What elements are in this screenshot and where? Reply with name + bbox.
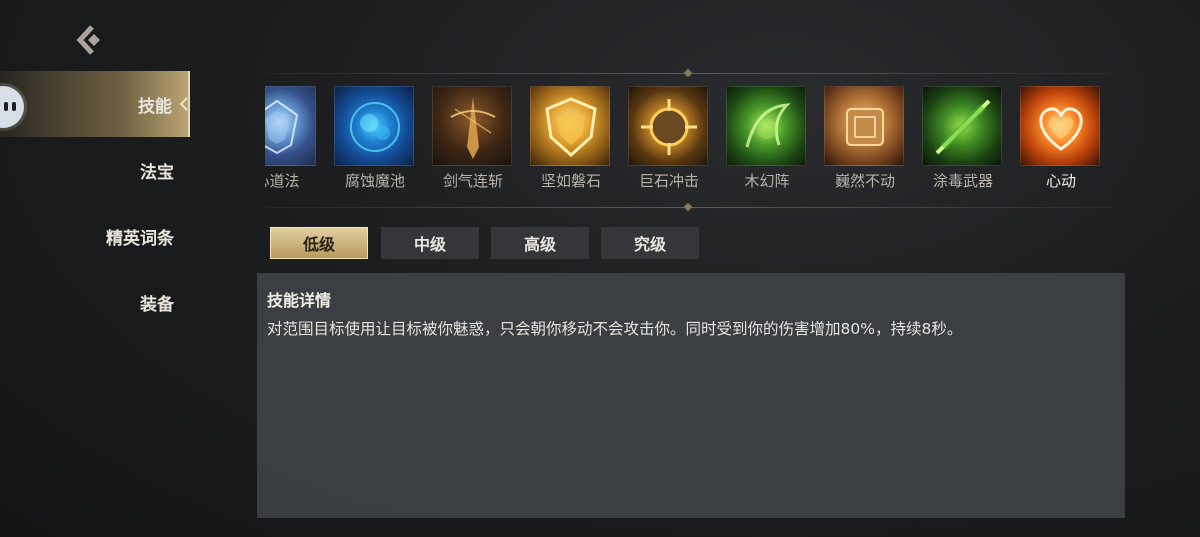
tab-label: 高级 — [523, 235, 556, 254]
blue-corrosion-pool-icon — [334, 86, 414, 166]
green-wood-array-icon — [726, 86, 806, 166]
skill-screen: 技能 法宝 精英词条 装备 心道法 — [0, 0, 1200, 537]
skill-item-selected[interactable]: 心动 — [1019, 84, 1103, 194]
tab-label: 低级 — [302, 235, 335, 254]
skill-name: 木幻阵 — [744, 172, 790, 190]
sidebar-item-label: 法宝 — [140, 162, 174, 183]
tab-label: 中级 — [413, 235, 446, 254]
skill-name: 巍然不动 — [834, 172, 895, 190]
sidebar-item-label: 精英词条 — [106, 228, 174, 249]
skill-detail-description: 对范围目标使用让目标被你魅惑，只会朝你移动不会攻击你。同时受到你的伤害增加80%… — [267, 320, 963, 338]
skill-name: 剑气连斩 — [442, 172, 503, 190]
skill-item[interactable]: 腐蚀魔池 — [333, 84, 417, 194]
skill-item[interactable]: 坚如磐石 — [529, 84, 613, 194]
boulder-impact-icon — [628, 86, 708, 166]
golden-shield-icon — [530, 86, 610, 166]
sidebar-item-skills[interactable]: 技能 — [0, 71, 190, 137]
skill-name: 巨石冲击 — [638, 172, 699, 190]
sidebar-item-label: 技能 — [138, 96, 172, 117]
skill-item[interactable]: 巨石冲击 — [627, 84, 711, 194]
skill-name: 心道法 — [265, 172, 300, 190]
skill-item[interactable]: 涂毒武器 — [921, 84, 1005, 194]
tab-level-ultimate[interactable]: 究级 — [601, 227, 699, 259]
skill-item[interactable]: 心道法 — [265, 84, 319, 194]
sidebar: 技能 法宝 精英词条 装备 — [0, 0, 190, 537]
stone-fortress-icon — [824, 86, 904, 166]
divider-bottom — [265, 202, 1115, 212]
tab-label: 究级 — [633, 235, 666, 254]
golden-sword-slash-icon — [432, 86, 512, 166]
skill-item[interactable]: 剑气连斩 — [431, 84, 515, 194]
chevron-left-icon — [179, 97, 188, 111]
skill-name: 腐蚀魔池 — [344, 172, 405, 190]
sidebar-item-elite-affixes[interactable]: 精英词条 — [0, 203, 190, 269]
sidebar-item-equipment[interactable]: 装备 — [0, 269, 190, 335]
skill-item[interactable]: 木幻阵 — [725, 84, 809, 194]
divider-top — [265, 68, 1115, 78]
tab-level-mid[interactable]: 中级 — [381, 227, 479, 259]
tab-level-high[interactable]: 高级 — [491, 227, 589, 259]
sidebar-item-label: 装备 — [140, 294, 174, 315]
skill-name: 坚如磐石 — [540, 172, 601, 190]
skill-name: 心动 — [1045, 172, 1076, 190]
tab-level-low[interactable]: 低级 — [270, 227, 368, 259]
skill-detail-panel: 技能详情 对范围目标使用让目标被你魅惑，只会朝你移动不会攻击你。同时受到你的伤害… — [257, 273, 1125, 518]
sidebar-item-treasures[interactable]: 法宝 — [0, 137, 190, 203]
skill-name: 涂毒武器 — [932, 172, 993, 190]
blue-crystal-shield-icon — [265, 86, 316, 166]
skill-list: 心道法 腐蚀魔池 剑气连斩 — [265, 84, 1115, 194]
skill-detail-title: 技能详情 — [267, 291, 332, 310]
orange-heart-icon — [1020, 86, 1100, 166]
skill-item[interactable]: 巍然不动 — [823, 84, 907, 194]
poison-weapon-icon — [922, 86, 1002, 166]
